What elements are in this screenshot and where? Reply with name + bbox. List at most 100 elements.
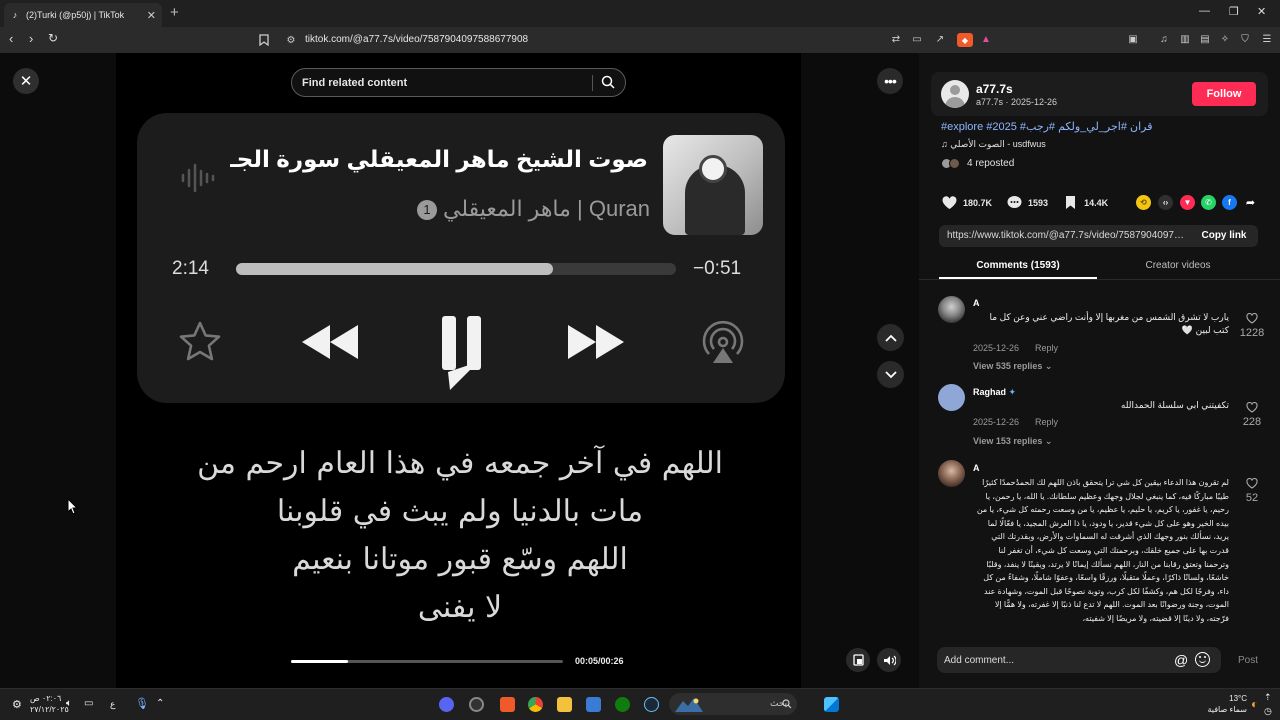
share-page-icon[interactable]: ↗ bbox=[934, 33, 946, 45]
close-window-icon[interactable]: ✕ bbox=[1257, 5, 1266, 18]
settings-gear-icon[interactable]: ⚙ bbox=[12, 698, 22, 711]
video-link[interactable]: https://www.tiktok.com/@a77.7s/video/758… bbox=[947, 230, 1189, 241]
steam-icon[interactable] bbox=[644, 697, 659, 712]
emoji-icon[interactable] bbox=[1195, 652, 1210, 667]
comment-author[interactable]: A bbox=[973, 463, 980, 473]
reply-button[interactable]: Reply bbox=[1035, 417, 1058, 427]
find-related-search[interactable]: Find related content bbox=[291, 68, 626, 97]
volume-button[interactable] bbox=[877, 648, 901, 672]
file-explorer-icon[interactable] bbox=[557, 697, 572, 712]
comment-stat[interactable]: 1593 bbox=[1006, 194, 1048, 211]
xbox-icon[interactable] bbox=[615, 697, 630, 712]
video-progress-fill bbox=[291, 660, 349, 663]
discord-icon[interactable] bbox=[439, 697, 454, 712]
weather-desc[interactable]: سماء صافية bbox=[1197, 705, 1247, 714]
minimize-icon[interactable]: — bbox=[1199, 5, 1210, 17]
comment-like-button[interactable]: 52 bbox=[1237, 478, 1267, 504]
rewards-icon[interactable]: ▲ bbox=[980, 33, 992, 45]
bookmark-icon[interactable] bbox=[258, 34, 270, 46]
sidebar-toggle-icon[interactable]: ▣ bbox=[1127, 33, 1139, 45]
site-settings-icon[interactable]: ⚙ bbox=[285, 34, 297, 46]
clock-date[interactable]: ٢٧/١٢/٢٠٢٥ bbox=[30, 705, 69, 714]
cursor-arrow-icon: ⇡ bbox=[1264, 692, 1272, 702]
network-icon[interactable]: ▭ bbox=[84, 698, 93, 709]
mention-button[interactable]: @ bbox=[1174, 652, 1188, 668]
comment-author[interactable]: Raghad ✦ bbox=[973, 387, 1016, 398]
back-icon[interactable]: ‹ bbox=[9, 31, 13, 46]
repost-share-icon[interactable]: ⟲ bbox=[1136, 195, 1151, 210]
reply-button[interactable]: Reply bbox=[1035, 343, 1058, 353]
facebook-icon[interactable]: f bbox=[1222, 195, 1237, 210]
store-icon[interactable] bbox=[586, 697, 601, 712]
reading-list-icon[interactable]: ▥ bbox=[1179, 33, 1191, 45]
microphone-icon[interactable]: 🎙︎ bbox=[135, 697, 149, 710]
cast-icon[interactable]: ▭ bbox=[911, 33, 923, 45]
language-indicator[interactable]: ع bbox=[110, 699, 115, 710]
new-tab-icon[interactable]: + bbox=[170, 4, 179, 21]
comment-avatar[interactable] bbox=[938, 460, 965, 487]
weather-temp[interactable]: 13°C bbox=[1197, 694, 1247, 703]
reload-icon[interactable]: ↻ bbox=[48, 31, 58, 45]
tray-chevron-icon[interactable]: ⌃ bbox=[156, 698, 164, 709]
brave-icon[interactable] bbox=[500, 697, 515, 712]
hashtags[interactable]: #explore #2025 #قران #اجر_لي_ولكم #رجب bbox=[941, 120, 1241, 133]
next-video-button[interactable] bbox=[877, 361, 904, 388]
url-field[interactable]: tiktok.com/@a77.7s/video/758790409758867… bbox=[305, 34, 528, 45]
like-stat[interactable]: 180.7K bbox=[941, 194, 992, 211]
vpn-icon[interactable]: ⛉ bbox=[1239, 33, 1251, 45]
comment-input[interactable] bbox=[937, 647, 1167, 673]
copy-link-button[interactable]: Copy link bbox=[1192, 230, 1256, 241]
maximize-icon[interactable]: ❐ bbox=[1229, 5, 1239, 18]
lyric-line-2: مات بالدنيا ولم يبث في قلوبنا bbox=[276, 494, 644, 529]
video-progress-bar[interactable] bbox=[291, 660, 563, 663]
browser-tab[interactable]: ♪ (2)Turki (@p50j) | TikTok ✕ bbox=[4, 3, 162, 27]
forward-icon[interactable]: › bbox=[29, 31, 33, 46]
previous-video-button[interactable] bbox=[877, 324, 904, 351]
comment-avatar[interactable] bbox=[938, 296, 965, 323]
menu-icon[interactable]: ☰ bbox=[1261, 33, 1273, 45]
tab-comments[interactable]: Comments (1593) bbox=[939, 260, 1097, 271]
clock-time[interactable]: ٠٢:٠٦ ص bbox=[30, 694, 61, 703]
comment-author[interactable]: A bbox=[973, 298, 980, 308]
pip-button[interactable] bbox=[846, 648, 870, 672]
star-icon bbox=[179, 321, 221, 361]
whatsapp-icon[interactable]: ✆ bbox=[1201, 195, 1216, 210]
windows-start-icon[interactable] bbox=[824, 697, 839, 712]
close-video-button[interactable]: ✕ bbox=[13, 68, 39, 94]
repost-row[interactable]: 4 reposted bbox=[941, 158, 1014, 169]
author-name[interactable]: a77.7s bbox=[976, 82, 1013, 96]
verified-badge-icon: ✦ bbox=[1008, 387, 1017, 397]
author-avatar[interactable] bbox=[941, 80, 969, 108]
wallet-icon[interactable]: ▤ bbox=[1199, 33, 1211, 45]
post-button[interactable]: Post bbox=[1238, 655, 1258, 666]
tab-creator-videos[interactable]: Creator videos bbox=[1099, 260, 1257, 271]
weather-moon-icon: ◐ bbox=[1251, 697, 1259, 711]
comment-like-button[interactable]: 228 bbox=[1237, 402, 1267, 428]
view-replies-button[interactable]: View 535 replies ⌄ bbox=[973, 361, 1052, 372]
save-stat[interactable]: 14.4K bbox=[1062, 194, 1108, 211]
brave-shields-icon[interactable]: ◆ bbox=[957, 33, 973, 47]
comment-text: لم تقرون هذا الدعاء بيقين كل شي ترا يتحق… bbox=[976, 478, 1229, 623]
music-row[interactable]: ♫ الصوت الأصلي - usdfwus bbox=[941, 139, 1046, 150]
search-icon[interactable] bbox=[601, 75, 615, 89]
send-to-friends-icon[interactable]: ▼ bbox=[1180, 195, 1195, 210]
more-options-button[interactable]: ••• bbox=[877, 68, 903, 94]
translate-icon[interactable]: ⇄ bbox=[890, 33, 902, 45]
close-tab-icon[interactable]: ✕ bbox=[147, 9, 156, 22]
follow-button[interactable]: Follow bbox=[1192, 82, 1256, 106]
view-replies-button[interactable]: View 153 replies ⌄ bbox=[973, 436, 1052, 447]
lyric-line-1: اللهم في آخر جمعه في هذا العام ارحم من bbox=[197, 446, 723, 481]
comment-avatar[interactable] bbox=[938, 384, 965, 411]
obs-icon[interactable] bbox=[469, 697, 484, 712]
speaker-icon[interactable]: 🔈︎ bbox=[66, 698, 72, 709]
share-forward-icon[interactable]: ➦ bbox=[1243, 195, 1258, 210]
embed-icon[interactable]: ‹› bbox=[1158, 195, 1173, 210]
video-backdrop-left bbox=[0, 53, 116, 688]
chevron-up-icon bbox=[884, 334, 897, 342]
rewind-icon bbox=[302, 325, 358, 359]
comment-like-button[interactable]: 1228 bbox=[1237, 313, 1267, 339]
media-icon[interactable]: ♫ bbox=[1158, 33, 1170, 45]
leo-ai-icon[interactable]: ✧ bbox=[1219, 33, 1231, 45]
comment-date: 2025-12-26 bbox=[973, 417, 1020, 427]
chrome-icon[interactable] bbox=[528, 697, 543, 712]
